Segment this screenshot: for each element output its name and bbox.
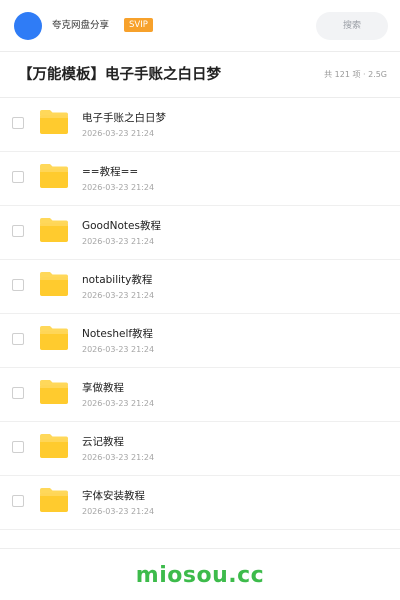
list-item[interactable]: notability教程 2026-03-23 21:24 [0,260,400,314]
list-item[interactable]: 字体安装教程 2026-03-23 21:24 [0,476,400,530]
select-checkbox[interactable] [12,117,24,129]
folder-icon [40,272,68,296]
file-date: 2026-03-23 21:24 [82,507,155,516]
list-item[interactable]: 云记教程 2026-03-23 21:24 [0,422,400,476]
select-checkbox[interactable] [12,279,24,291]
folder-icon [40,488,68,512]
folder-icon [40,218,68,242]
list-item[interactable]: GoodNotes教程 2026-03-23 21:24 [0,206,400,260]
file-date: 2026-03-23 21:24 [82,399,155,408]
svip-badge: SVIP [124,18,153,32]
list-item[interactable]: Noteshelf教程 2026-03-23 21:24 [0,314,400,368]
select-checkbox[interactable] [12,171,24,183]
file-name: Noteshelf教程 [82,328,154,340]
page-title: 【万能模板】电子手账之白日梦 [18,67,221,83]
share-page: 夸克网盘分享 SVIP 搜索 【万能模板】电子手账之白日梦 共 121 项 · … [0,0,400,600]
footer-divider [0,548,400,549]
list-item[interactable]: ==教程== 2026-03-23 21:24 [0,152,400,206]
folder-icon [40,326,68,350]
select-checkbox[interactable] [12,441,24,453]
file-name: GoodNotes教程 [82,220,161,232]
file-name: ==教程== [82,166,139,178]
folder-title-bar: 【万能模板】电子手账之白日梦 共 121 项 · 2.5G [0,52,400,98]
select-checkbox[interactable] [12,387,24,399]
file-name: 电子手账之白日梦 [82,112,166,124]
list-item[interactable]: 享做教程 2026-03-23 21:24 [0,368,400,422]
site-watermark: miosou.cc [135,563,265,588]
list-item[interactable]: 电子手账之白日梦 2026-03-23 21:24 [0,98,400,152]
file-name: 云记教程 [82,436,124,448]
file-name: notability教程 [82,274,153,286]
select-checkbox[interactable] [12,333,24,345]
select-checkbox[interactable] [12,225,24,237]
file-date: 2026-03-23 21:24 [82,183,155,192]
top-header: 夸克网盘分享 SVIP 搜索 [0,0,400,52]
search-input[interactable]: 搜索 [316,12,388,40]
file-date: 2026-03-23 21:24 [82,291,155,300]
folder-icon [40,380,68,404]
sharer-name[interactable]: 夸克网盘分享 [52,19,109,33]
folder-summary: 共 121 项 · 2.5G [324,70,387,79]
file-list: 电子手账之白日梦 2026-03-23 21:24 ==教程== 2026-03… [0,98,400,530]
file-date: 2026-03-23 21:24 [82,345,155,354]
folder-icon [40,164,68,188]
file-date: 2026-03-23 21:24 [82,237,155,246]
avatar[interactable] [14,12,42,40]
file-date: 2026-03-23 21:24 [82,129,155,138]
file-date: 2026-03-23 21:24 [82,453,155,462]
select-checkbox[interactable] [12,495,24,507]
file-name: 字体安装教程 [82,490,145,502]
folder-icon [40,434,68,458]
file-name: 享做教程 [82,382,124,394]
folder-icon [40,110,68,134]
